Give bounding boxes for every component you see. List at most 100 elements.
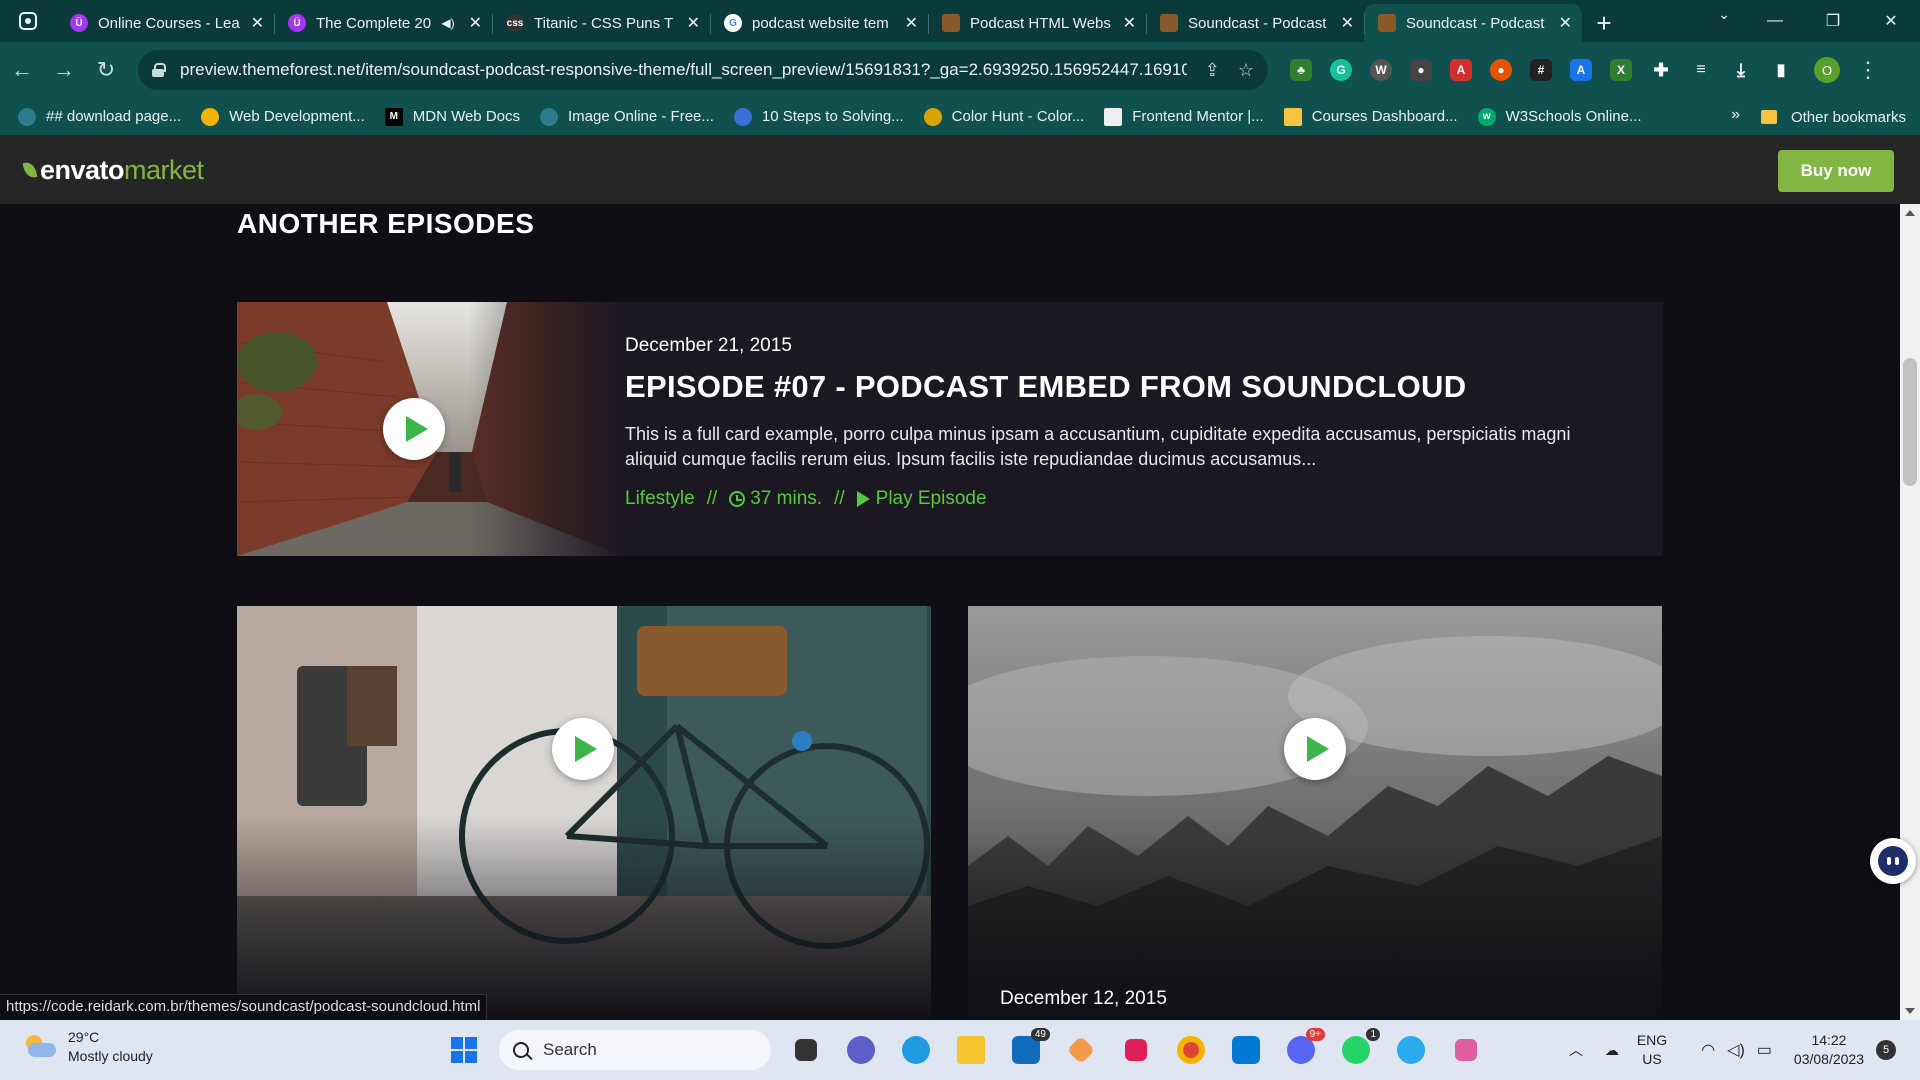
bookmark-5[interactable]: Color Hunt - Color... xyxy=(923,107,1084,126)
page-scrollbar[interactable] xyxy=(1900,204,1920,1020)
tab-5[interactable]: Soundcast - Podcast ✕ xyxy=(1146,4,1364,42)
bookmark-1[interactable]: Web Development... xyxy=(201,107,365,126)
back-arrow-icon[interactable]: ← xyxy=(2,50,42,90)
taskbar-clock[interactable]: 14:22 03/08/2023 xyxy=(1794,1031,1864,1069)
tab-list-chevron-icon[interactable]: ⌄ xyxy=(1718,6,1730,23)
close-icon[interactable]: ✕ xyxy=(1559,13,1572,33)
window-controls: — ❐ ✕ xyxy=(1746,0,1920,42)
whatsapp-icon[interactable]: 1 xyxy=(1336,1028,1380,1070)
tab-1[interactable]: Ü The Complete 20 ◀) ✕ xyxy=(274,4,492,42)
tab-search-icon[interactable] xyxy=(0,0,56,42)
new-tab-button[interactable]: + xyxy=(1582,4,1626,42)
address-bar[interactable]: preview.themeforest.net/item/soundcast-p… xyxy=(138,50,1268,90)
reload-icon[interactable]: ↻ xyxy=(86,50,126,90)
minimize-button[interactable]: — xyxy=(1746,0,1804,42)
scrollbar-thumb[interactable] xyxy=(1903,358,1917,486)
reading-list-icon[interactable]: ≡ xyxy=(1690,59,1712,81)
play-button[interactable] xyxy=(383,398,445,460)
tab-2[interactable]: css Titanic - CSS Puns T ✕ xyxy=(492,4,710,42)
bookmark-4[interactable]: 10 Steps to Solving... xyxy=(733,107,904,126)
w-extension-icon[interactable]: W xyxy=(1370,59,1392,81)
scroll-down-arrow-icon[interactable] xyxy=(1905,1008,1915,1014)
play-button[interactable] xyxy=(1284,718,1346,780)
close-icon[interactable]: ✕ xyxy=(687,13,700,33)
play-button[interactable] xyxy=(552,718,614,780)
side-panel-icon[interactable]: ▮ xyxy=(1770,59,1792,81)
buy-now-button[interactable]: Buy now xyxy=(1778,150,1894,192)
lamp-extension-icon[interactable]: ● xyxy=(1410,59,1432,81)
weather-widget[interactable]: 29°C Mostly cloudy xyxy=(22,1028,153,1066)
discord-icon[interactable]: 9+ xyxy=(1281,1028,1325,1070)
vscode-icon[interactable] xyxy=(1226,1030,1266,1070)
file-explorer-icon[interactable] xyxy=(951,1030,991,1070)
taskbar-search[interactable]: Search xyxy=(499,1030,771,1070)
restore-button[interactable]: ❐ xyxy=(1804,0,1862,42)
bookmark-star-icon[interactable]: ☆ xyxy=(1238,60,1254,81)
colorzilla-icon[interactable]: ● xyxy=(1490,59,1512,81)
close-icon[interactable]: ✕ xyxy=(905,13,918,33)
close-icon[interactable]: ✕ xyxy=(1341,13,1354,33)
pdf-icon[interactable]: A xyxy=(1450,59,1472,81)
start-button[interactable] xyxy=(444,1030,484,1070)
telegram-icon[interactable] xyxy=(1391,1030,1431,1070)
globe-icon xyxy=(18,107,36,126)
close-window-button[interactable]: ✕ xyxy=(1862,0,1920,42)
bookmark-2[interactable]: M MDN Web Docs xyxy=(384,107,520,126)
bookmark-3[interactable]: Image Online - Free... xyxy=(540,107,714,126)
show-hidden-icons-chevron-icon[interactable]: ︿ xyxy=(1569,1040,1583,1060)
css-icon: css xyxy=(506,14,524,32)
envato-header: envato market Buy now xyxy=(0,136,1920,204)
forward-arrow-icon[interactable]: → xyxy=(44,50,84,90)
snipping-tool-icon[interactable] xyxy=(1446,1030,1486,1070)
teams-chat-icon[interactable] xyxy=(841,1030,881,1070)
featured-episode-card[interactable]: December 21, 2015 EPISODE #07 - PODCAST … xyxy=(237,302,1663,556)
bookmark-7[interactable]: Courses Dashboard... xyxy=(1283,107,1458,126)
puzzle-extensions-icon[interactable]: ✚ xyxy=(1650,59,1672,81)
more-bookmarks-chevron-icon[interactable]: » xyxy=(1731,106,1740,124)
download-icon[interactable]: ⤓ xyxy=(1730,59,1752,81)
hash-extension-icon[interactable]: # xyxy=(1530,59,1552,81)
close-icon[interactable]: ✕ xyxy=(469,13,482,33)
lock-icon[interactable] xyxy=(152,63,166,77)
url-text[interactable]: preview.themeforest.net/item/soundcast-p… xyxy=(180,60,1187,80)
profile-avatar[interactable]: O xyxy=(1814,57,1840,83)
bookmark-8[interactable]: w W3Schools Online... xyxy=(1477,107,1642,126)
tab-6-active[interactable]: Soundcast - Podcast ✕ xyxy=(1364,4,1582,42)
kebab-menu-icon[interactable]: ⋮ xyxy=(1848,50,1888,90)
edge-icon[interactable] xyxy=(896,1030,936,1070)
other-bookmarks[interactable]: Other bookmarks xyxy=(1760,98,1906,136)
translate-icon[interactable]: A xyxy=(1570,59,1592,81)
language-indicator[interactable]: ENG US xyxy=(1637,1031,1667,1069)
tab-3[interactable]: G podcast website tem ✕ xyxy=(710,4,928,42)
tab-4[interactable]: Podcast HTML Webs ✕ xyxy=(928,4,1146,42)
store-icon[interactable]: 49 xyxy=(1006,1028,1050,1070)
share-icon[interactable]: ⇪ xyxy=(1205,60,1220,81)
envato-market-logo[interactable]: envato market xyxy=(22,155,204,186)
speaker-icon[interactable]: ◀) xyxy=(441,16,454,30)
episode-title[interactable]: EPISODE #07 - PODCAST EMBED FROM SOUNDCL… xyxy=(625,369,1466,405)
volume-icon[interactable]: ◁) xyxy=(1727,1040,1745,1060)
tree-extension-icon[interactable]: ♣ xyxy=(1290,59,1312,81)
grammarly-icon[interactable]: G xyxy=(1330,59,1352,81)
close-icon[interactable]: ✕ xyxy=(1123,13,1136,33)
bookmark-0[interactable]: ## download page... xyxy=(18,107,181,126)
notification-count-badge[interactable]: 5 xyxy=(1876,1040,1896,1060)
play-episode-link[interactable]: Play Episode xyxy=(876,488,987,510)
task-view-icon[interactable] xyxy=(786,1030,826,1070)
slack-icon[interactable] xyxy=(1116,1030,1156,1070)
chat-assistant-icon[interactable] xyxy=(1870,838,1916,884)
chrome-icon[interactable] xyxy=(1171,1030,1211,1070)
wifi-icon[interactable]: ◠ xyxy=(1701,1040,1715,1060)
frontend-mentor-icon xyxy=(1104,107,1123,126)
bookmark-6[interactable]: Frontend Mentor |... xyxy=(1104,107,1264,126)
battery-icon[interactable]: ▭ xyxy=(1757,1040,1772,1060)
gemini-app-icon[interactable] xyxy=(1061,1030,1101,1070)
tab-0[interactable]: Ü Online Courses - Lea ✕ xyxy=(56,4,274,42)
scroll-up-arrow-icon[interactable] xyxy=(1905,210,1915,216)
close-icon[interactable]: ✕ xyxy=(251,13,264,33)
category-link[interactable]: Lifestyle xyxy=(625,488,695,510)
episode-card-forest[interactable]: December 12, 2015 xyxy=(968,606,1662,1020)
excel-extension-icon[interactable]: X xyxy=(1610,59,1632,81)
onedrive-icon[interactable]: ☁ xyxy=(1605,1042,1619,1059)
episode-card-bicycle[interactable] xyxy=(237,606,931,1020)
